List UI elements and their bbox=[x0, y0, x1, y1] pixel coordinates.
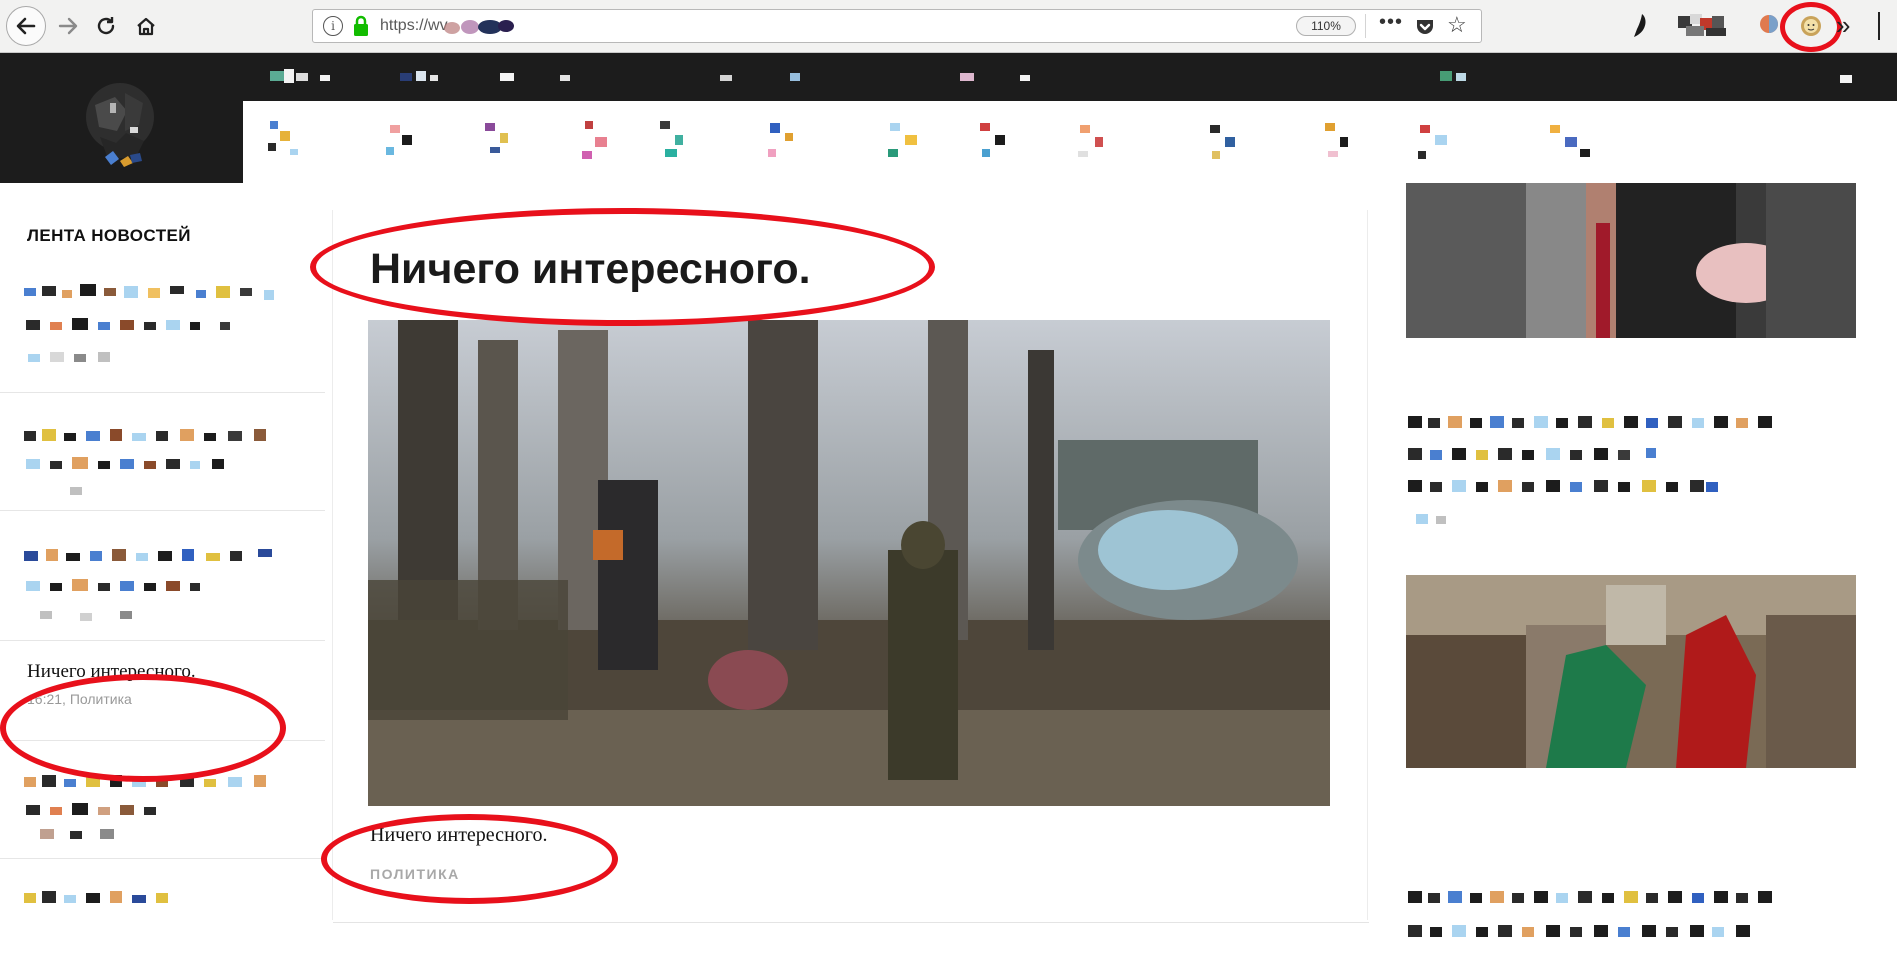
back-button[interactable] bbox=[6, 6, 46, 46]
article-caption[interactable]: Ничего интересного. bbox=[370, 824, 547, 847]
article-column: Ничего интересного. Ничего интересного. bbox=[332, 210, 1369, 923]
redacted-top-nav bbox=[270, 69, 1852, 83]
redacted-feed-text bbox=[24, 775, 266, 839]
zoom-level-badge[interactable]: 110% bbox=[1296, 16, 1356, 36]
news-feed: ЛЕНТА НОВОСТЕЙ Ничего интересного. 16:21… bbox=[0, 190, 325, 965]
feed-title: ЛЕНТА НОВОСТЕЙ bbox=[27, 226, 191, 245]
feed-item[interactable] bbox=[0, 393, 325, 511]
redacted-sidebar-text-2 bbox=[1408, 891, 1772, 937]
redacted-feed-text bbox=[24, 549, 272, 621]
reload-button[interactable] bbox=[88, 8, 124, 44]
site-header bbox=[0, 53, 1897, 183]
site-logo[interactable] bbox=[70, 75, 170, 175]
bookmark-star-icon[interactable]: ☆ bbox=[1447, 12, 1467, 38]
article-headline[interactable]: Ничего интересного. bbox=[370, 245, 811, 294]
article-photo[interactable] bbox=[368, 320, 1330, 806]
home-button[interactable] bbox=[128, 8, 164, 44]
right-sidebar bbox=[1390, 183, 1897, 965]
menu-icon[interactable] bbox=[1878, 12, 1880, 40]
divider bbox=[333, 922, 1369, 923]
overflow-chevron-icon[interactable]: » bbox=[1836, 10, 1850, 41]
annotation-circle-extension bbox=[1780, 2, 1842, 52]
extension-icon-2[interactable] bbox=[1676, 12, 1736, 40]
url-text: https://wv bbox=[380, 17, 448, 34]
home-icon bbox=[137, 17, 155, 36]
pocket-icon[interactable] bbox=[1414, 16, 1436, 43]
url-divider bbox=[1365, 14, 1366, 38]
redacted-feed-text bbox=[24, 284, 274, 362]
sidebar-photo-2[interactable] bbox=[1406, 575, 1856, 768]
feed-item[interactable] bbox=[0, 511, 325, 641]
info-icon[interactable]: i bbox=[323, 16, 343, 36]
forward-button[interactable] bbox=[50, 8, 86, 44]
extension-icon-1[interactable] bbox=[1630, 12, 1652, 40]
feed-item-meta: 16:21, Политика bbox=[27, 691, 132, 707]
arrow-right-icon bbox=[58, 17, 78, 35]
redacted-url bbox=[444, 20, 514, 34]
feed-item-highlighted[interactable]: Ничего интересного. 16:21, Политика bbox=[0, 641, 325, 741]
page-actions-button[interactable]: ••• bbox=[1379, 11, 1403, 34]
url-bar[interactable]: i https://wv 110% ••• ☆ bbox=[312, 9, 1482, 43]
feed-item[interactable] bbox=[0, 741, 325, 859]
redacted-feed-text bbox=[24, 429, 266, 495]
arrow-left-icon bbox=[16, 17, 36, 35]
redacted-sidebar-text bbox=[1408, 416, 1772, 524]
reload-icon bbox=[97, 17, 115, 35]
redacted-feed-text bbox=[24, 891, 168, 903]
browser-toolbar: i https://wv 110% ••• ☆ » bbox=[0, 0, 1897, 53]
lock-icon[interactable] bbox=[351, 14, 371, 43]
redacted-section-nav bbox=[268, 121, 1590, 159]
feed-item[interactable] bbox=[0, 859, 325, 965]
feed-item[interactable] bbox=[0, 258, 325, 393]
feed-item-title: Ничего интересного. bbox=[27, 661, 196, 682]
sidebar-photo-1[interactable] bbox=[1406, 183, 1856, 338]
article-category[interactable]: ПОЛИТИКА bbox=[370, 866, 460, 882]
extension-icon-3[interactable] bbox=[1758, 12, 1780, 40]
